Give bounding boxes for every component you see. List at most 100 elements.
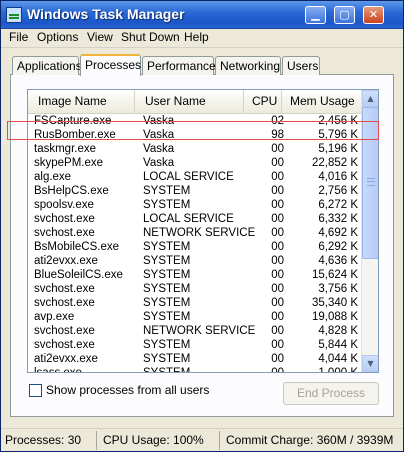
process-mem: 35,340 K xyxy=(311,297,358,309)
process-mem: 6,272 K xyxy=(318,199,358,211)
status-commit-charge: Commit Charge: 360M / 3939M xyxy=(226,433,394,447)
table-row[interactable]: lsass.exe SYSTEM 00 1,000 K xyxy=(28,366,362,373)
table-row[interactable]: svchost.exe NETWORK SERVICE 00 4,828 K xyxy=(28,324,362,338)
process-cpu: 00 xyxy=(271,325,284,337)
process-user: Vaska xyxy=(143,157,175,169)
table-row[interactable]: spoolsv.exe SYSTEM 00 6,272 K xyxy=(28,198,362,212)
title-bar[interactable]: Windows Task Manager ▁ ▢ ✕ xyxy=(1,1,403,29)
process-cpu: 00 xyxy=(271,213,284,225)
table-row[interactable]: svchost.exe SYSTEM 00 35,340 K xyxy=(28,296,362,310)
process-cpu: 00 xyxy=(271,311,284,323)
process-cpu: 00 xyxy=(271,199,284,211)
table-row[interactable]: svchost.exe NETWORK SERVICE 00 4,692 K xyxy=(28,226,362,240)
process-user: Vaska xyxy=(143,129,175,141)
process-mem: 4,636 K xyxy=(318,255,358,267)
process-cpu: 00 xyxy=(271,255,284,267)
process-cpu: 00 xyxy=(271,353,284,365)
column-cpu[interactable]: CPU xyxy=(244,90,282,113)
process-name: taskmgr.exe xyxy=(34,143,96,155)
table-row[interactable]: svchost.exe LOCAL SERVICE 00 6,332 K xyxy=(28,212,362,226)
column-user-name[interactable]: User Name xyxy=(135,90,244,113)
grip-icon xyxy=(367,178,375,186)
list-header: Image Name User Name CPU Mem Usage xyxy=(28,90,362,114)
column-mem-usage[interactable]: Mem Usage xyxy=(282,90,362,113)
process-cpu: 00 xyxy=(271,269,284,281)
process-user: LOCAL SERVICE xyxy=(143,171,234,183)
maximize-button[interactable]: ▢ xyxy=(334,6,355,24)
table-row[interactable]: alg.exe LOCAL SERVICE 00 4,016 K xyxy=(28,170,362,184)
scroll-down-icon[interactable]: ▼ xyxy=(362,355,378,372)
process-mem: 5,844 K xyxy=(318,339,358,351)
process-user: LOCAL SERVICE xyxy=(143,213,234,225)
tab-users[interactable]: Users xyxy=(282,56,320,75)
process-name: ati2evxx.exe xyxy=(34,255,98,267)
tab-performance[interactable]: Performance xyxy=(142,56,216,75)
process-cpu: 00 xyxy=(271,367,284,373)
process-user: SYSTEM xyxy=(143,255,191,267)
status-processes: Processes: 30 xyxy=(1,431,97,450)
process-mem: 4,044 K xyxy=(318,353,358,365)
tab-processes[interactable]: Processes xyxy=(80,54,141,76)
menu-options[interactable]: Options xyxy=(37,30,78,44)
vertical-scrollbar[interactable]: ▲ ▼ xyxy=(361,90,378,372)
menu-help[interactable]: Help xyxy=(184,30,209,44)
process-cpu: 00 xyxy=(271,157,284,169)
process-name: svchost.exe xyxy=(34,297,95,309)
minimize-button[interactable]: ▁ xyxy=(305,6,326,24)
status-cpu-usage: CPU Usage: 100% xyxy=(99,431,220,450)
process-name: svchost.exe xyxy=(34,213,95,225)
process-name: BsMobileCS.exe xyxy=(34,241,120,253)
process-cpu: 00 xyxy=(271,227,284,239)
process-user: SYSTEM xyxy=(143,367,191,373)
process-mem: 5,196 K xyxy=(318,143,358,155)
process-mem: 4,016 K xyxy=(318,171,358,183)
process-mem: 6,332 K xyxy=(318,213,358,225)
table-row[interactable]: svchost.exe SYSTEM 00 5,844 K xyxy=(28,338,362,352)
scroll-thumb[interactable] xyxy=(362,107,378,259)
process-user: SYSTEM xyxy=(143,185,191,197)
process-mem: 6,292 K xyxy=(318,241,358,253)
menu-file[interactable]: File xyxy=(9,30,28,44)
table-row[interactable]: ati2evxx.exe SYSTEM 00 4,044 K xyxy=(28,352,362,366)
table-row-highlighted[interactable]: RusBomber.exe Vaska 98 5,796 K xyxy=(28,128,362,142)
show-all-users-checkbox[interactable] xyxy=(29,384,42,397)
process-name: spoolsv.exe xyxy=(34,199,94,211)
process-list[interactable]: Image Name User Name CPU Mem Usage FSCap… xyxy=(27,89,379,373)
menu-shut-down[interactable]: Shut Down xyxy=(121,30,180,44)
process-user: Vaska xyxy=(143,143,175,155)
process-mem: 15,624 K xyxy=(311,269,358,281)
process-name: BlueSoleilCS.exe xyxy=(34,269,123,281)
column-image-name[interactable]: Image Name xyxy=(28,90,135,113)
process-name: BsHelpCS.exe xyxy=(34,185,109,197)
process-user: SYSTEM xyxy=(143,241,191,253)
scroll-up-icon[interactable]: ▲ xyxy=(362,90,378,107)
process-name: svchost.exe xyxy=(34,227,95,239)
tab-applications[interactable]: Applications xyxy=(12,56,82,75)
process-cpu: 00 xyxy=(271,283,284,295)
process-cpu: 00 xyxy=(271,339,284,351)
status-bar: Processes: 30 CPU Usage: 100% Commit Cha… xyxy=(1,428,403,451)
table-row[interactable]: avp.exe SYSTEM 00 19,088 K xyxy=(28,310,362,324)
process-name: svchost.exe xyxy=(34,339,95,351)
table-row[interactable]: BlueSoleilCS.exe SYSTEM 00 15,624 K xyxy=(28,268,362,282)
close-button[interactable]: ✕ xyxy=(363,6,384,24)
tab-networking[interactable]: Networking xyxy=(215,56,281,75)
table-row[interactable]: taskmgr.exe Vaska 00 5,196 K xyxy=(28,142,362,156)
process-user: SYSTEM xyxy=(143,339,191,351)
process-name: alg.exe xyxy=(34,171,72,183)
process-user: SYSTEM xyxy=(143,297,191,309)
table-row[interactable]: ati2evxx.exe SYSTEM 00 4,636 K xyxy=(28,254,362,268)
end-process-button[interactable]: End Process xyxy=(283,382,379,405)
table-row[interactable]: BsHelpCS.exe SYSTEM 00 2,756 K xyxy=(28,184,362,198)
process-cpu: 00 xyxy=(271,241,284,253)
process-user: NETWORK SERVICE xyxy=(143,325,256,337)
show-all-users-label: Show processes from all users xyxy=(46,383,210,397)
table-row[interactable]: BsMobileCS.exe SYSTEM 00 6,292 K xyxy=(28,240,362,254)
table-row[interactable]: svchost.exe SYSTEM 00 3,756 K xyxy=(28,282,362,296)
process-name: ati2evxx.exe xyxy=(34,353,98,365)
table-row[interactable]: skypePM.exe Vaska 00 22,852 K xyxy=(28,156,362,170)
process-mem: 4,692 K xyxy=(318,227,358,239)
menu-view[interactable]: View xyxy=(87,30,113,44)
table-row[interactable]: FSCapture.exe Vaska 02 2,456 K xyxy=(28,114,362,128)
process-name: RusBomber.exe xyxy=(34,129,116,141)
